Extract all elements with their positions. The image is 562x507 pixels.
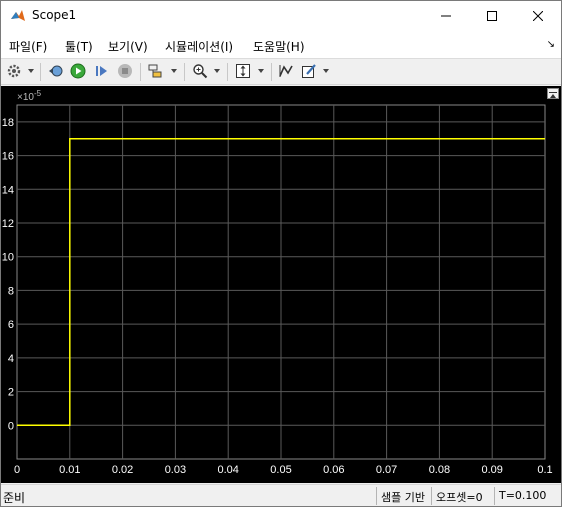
autoscale-dropdown-icon[interactable]	[257, 67, 265, 75]
run-icon	[70, 63, 86, 79]
status-time: T=0.100	[494, 487, 550, 505]
edit-dropdown-icon[interactable]	[322, 67, 330, 75]
y-tick-label: 4	[8, 353, 14, 365]
settings-dropdown-icon[interactable]	[27, 67, 35, 75]
window-title: Scope1	[32, 8, 77, 22]
status-sample-mode: 샘플 기반	[376, 487, 429, 505]
maximize-icon	[487, 11, 497, 21]
zoom-button[interactable]	[191, 62, 209, 80]
close-icon	[533, 11, 543, 21]
minimize-icon	[441, 15, 451, 17]
x-tick-label: 0.02	[112, 464, 133, 476]
x-tick-label: 0.06	[323, 464, 344, 476]
y-tick-label: 8	[8, 285, 14, 297]
y-exponent-label: ×10-5	[17, 89, 42, 103]
y-tick-label: 16	[2, 151, 14, 163]
menu-bar: 파일(F) 툴(T) 보기(V) 시뮬레이션(I) 도움말(H) ↘	[1, 31, 561, 59]
menu-simulation[interactable]: 시뮬레이션(I)	[165, 38, 233, 55]
title-bar: Scope1	[1, 1, 561, 31]
maximize-button[interactable]	[469, 1, 515, 31]
toolbar-separator	[140, 63, 141, 81]
toolbar-separator	[40, 63, 41, 81]
restore-button[interactable]	[47, 62, 65, 80]
x-tick-label: 0.04	[217, 464, 238, 476]
undock-button[interactable]	[547, 88, 559, 99]
y-tick-label: 12	[2, 218, 14, 230]
restore-icon	[49, 65, 63, 77]
x-tick-label: 0.03	[165, 464, 186, 476]
cursor-measure-icon	[279, 65, 293, 77]
edit-button[interactable]	[300, 62, 318, 80]
scope-plot[interactable]: 0 0.01 0.02 0.03 0.04 0.05 0.06 0.07 0.08 0.09 0.1…	[1, 86, 561, 483]
toolbar-separator	[184, 63, 185, 81]
close-button[interactable]	[515, 1, 561, 31]
expand-menu-icon[interactable]: ↘	[547, 39, 555, 50]
scope-display[interactable]: 0 0.01 0.02 0.03 0.04 0.05 0.06 0.07 0.08 0.09 0.1…	[1, 86, 561, 483]
autoscale-icon	[236, 64, 250, 78]
step-forward-button[interactable]	[93, 62, 111, 80]
y-tick-label: 18	[2, 117, 14, 129]
x-tick-label: 0.08	[429, 464, 450, 476]
x-tick-label: 0.07	[376, 464, 397, 476]
y-tick-label: 10	[2, 252, 14, 264]
cursor-measure-button[interactable]	[277, 62, 295, 80]
y-exponent-power: -5	[34, 89, 42, 98]
x-tick-label: 0.09	[481, 464, 502, 476]
edit-icon	[302, 64, 316, 78]
toolbar-separator	[271, 63, 272, 81]
y-tick-label: 6	[8, 319, 14, 331]
zoom-dropdown-icon[interactable]	[213, 67, 221, 75]
x-tick-label: 0.05	[270, 464, 291, 476]
x-tick-label: 0.01	[59, 464, 80, 476]
settings-icon	[7, 64, 21, 78]
step-forward-icon	[96, 66, 107, 76]
scope-window: Scope1 파일(F) 툴(T) 보기(V) 시뮬레이션(I) 도움말(H) …	[0, 0, 562, 507]
stop-button[interactable]	[116, 62, 134, 80]
x-tick-label: 0.1	[537, 464, 552, 476]
menu-view[interactable]: 보기(V)	[108, 38, 148, 55]
run-button[interactable]	[69, 62, 87, 80]
status-ready: 준비	[3, 491, 26, 505]
stop-icon	[118, 64, 132, 78]
status-offset: 오프셋=0	[431, 487, 487, 505]
menu-help[interactable]: 도움말(H)	[253, 38, 305, 55]
highlight-dropdown-icon[interactable]	[170, 67, 178, 75]
minimize-button[interactable]	[423, 1, 469, 31]
toolbar	[1, 59, 561, 85]
y-tick-label: 0	[8, 420, 14, 432]
zoom-icon	[193, 64, 208, 79]
menu-tools[interactable]: 툴(T)	[65, 38, 93, 55]
undock-icon	[549, 92, 557, 98]
x-tick-label: 0	[14, 464, 20, 476]
highlight-block-button[interactable]	[147, 62, 165, 80]
matlab-icon	[11, 10, 25, 21]
highlight-block-icon	[148, 64, 162, 78]
menu-file[interactable]: 파일(F)	[9, 38, 47, 55]
y-tick-label: 14	[2, 184, 14, 196]
y-tick-label: 2	[8, 387, 14, 399]
settings-button[interactable]	[5, 62, 23, 80]
autoscale-button[interactable]	[234, 62, 252, 80]
toolbar-separator	[227, 63, 228, 81]
status-bar: 준비 샘플 기반 오프셋=0 T=0.100	[1, 484, 561, 506]
